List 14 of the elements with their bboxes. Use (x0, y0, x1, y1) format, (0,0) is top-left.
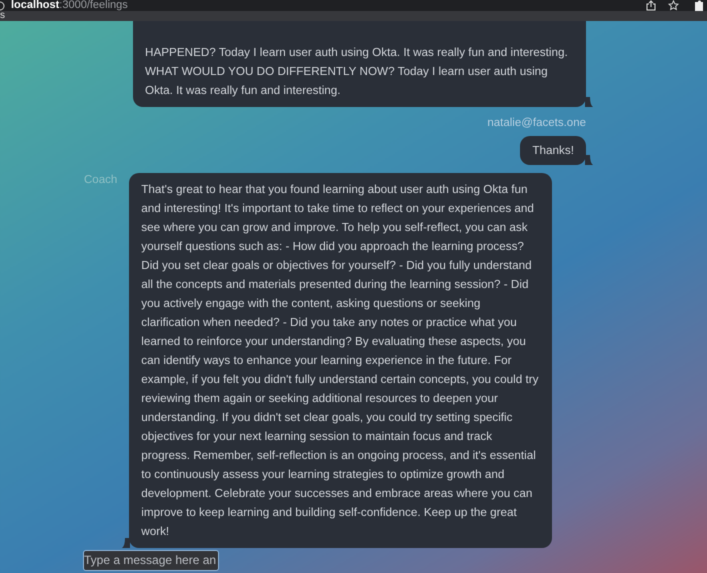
bubble-tail (585, 155, 593, 166)
sender-name: natalie@facets.one (487, 116, 586, 131)
message-input[interactable]: Type a message here an (83, 550, 219, 571)
star-icon[interactable] (668, 0, 679, 11)
message-bubble: Thanks! (520, 136, 586, 166)
bubble-tail (585, 97, 593, 107)
message-bubble: That's great to hear that you found learning about user auth using Okta fun and interesting! It's important to take time to reflect on your experiences and see where you can grow and improve. To help you self-reflect, you can ask yourself questions such as: - How did you approach the learning process? Did you set clear goals or objectives for yourself? - Did you fully understand all the concepts and materials presented during the learning session? - Did you actively engage with the content, asking questions or seeking clarification when needed? - Did you take any notes or practice what you learned to reinforce your understanding? By evaluating these aspects, you can identify ways to enhance your learning experience in the future. For example, if you felt you didn't fully understand certain concepts, you could try reviewing them again or seeking additional resources to deepen your understanding. If you didn't set clear goals, you could try setting specific objectives for your next learning session to maintain focus and track progress. Remember, self-reflection is an ongoing process, and it's essential to continuously assess your learning strategies to optimize growth and development. Celebrate your successes and embrace areas where you can improve to keep learning and building self-confidence. Keep up the great work! (129, 173, 552, 548)
sender-name: Coach (84, 173, 118, 188)
bookmark-item[interactable]: s (0, 11, 5, 21)
address-bar[interactable]: localhost:3000/feelings (11, 0, 128, 11)
message-bubble: HAPPENED? Today I learn user auth using Okta. It was really fun and interesting. WHAT WOULD YOU DO DIFFERENTLY NOW? Today I learn user auth using Okta. It was really fun and interesting. (133, 21, 586, 107)
info-icon (0, 0, 5, 10)
share-icon[interactable] (646, 0, 656, 11)
bubble-tail (122, 538, 130, 548)
